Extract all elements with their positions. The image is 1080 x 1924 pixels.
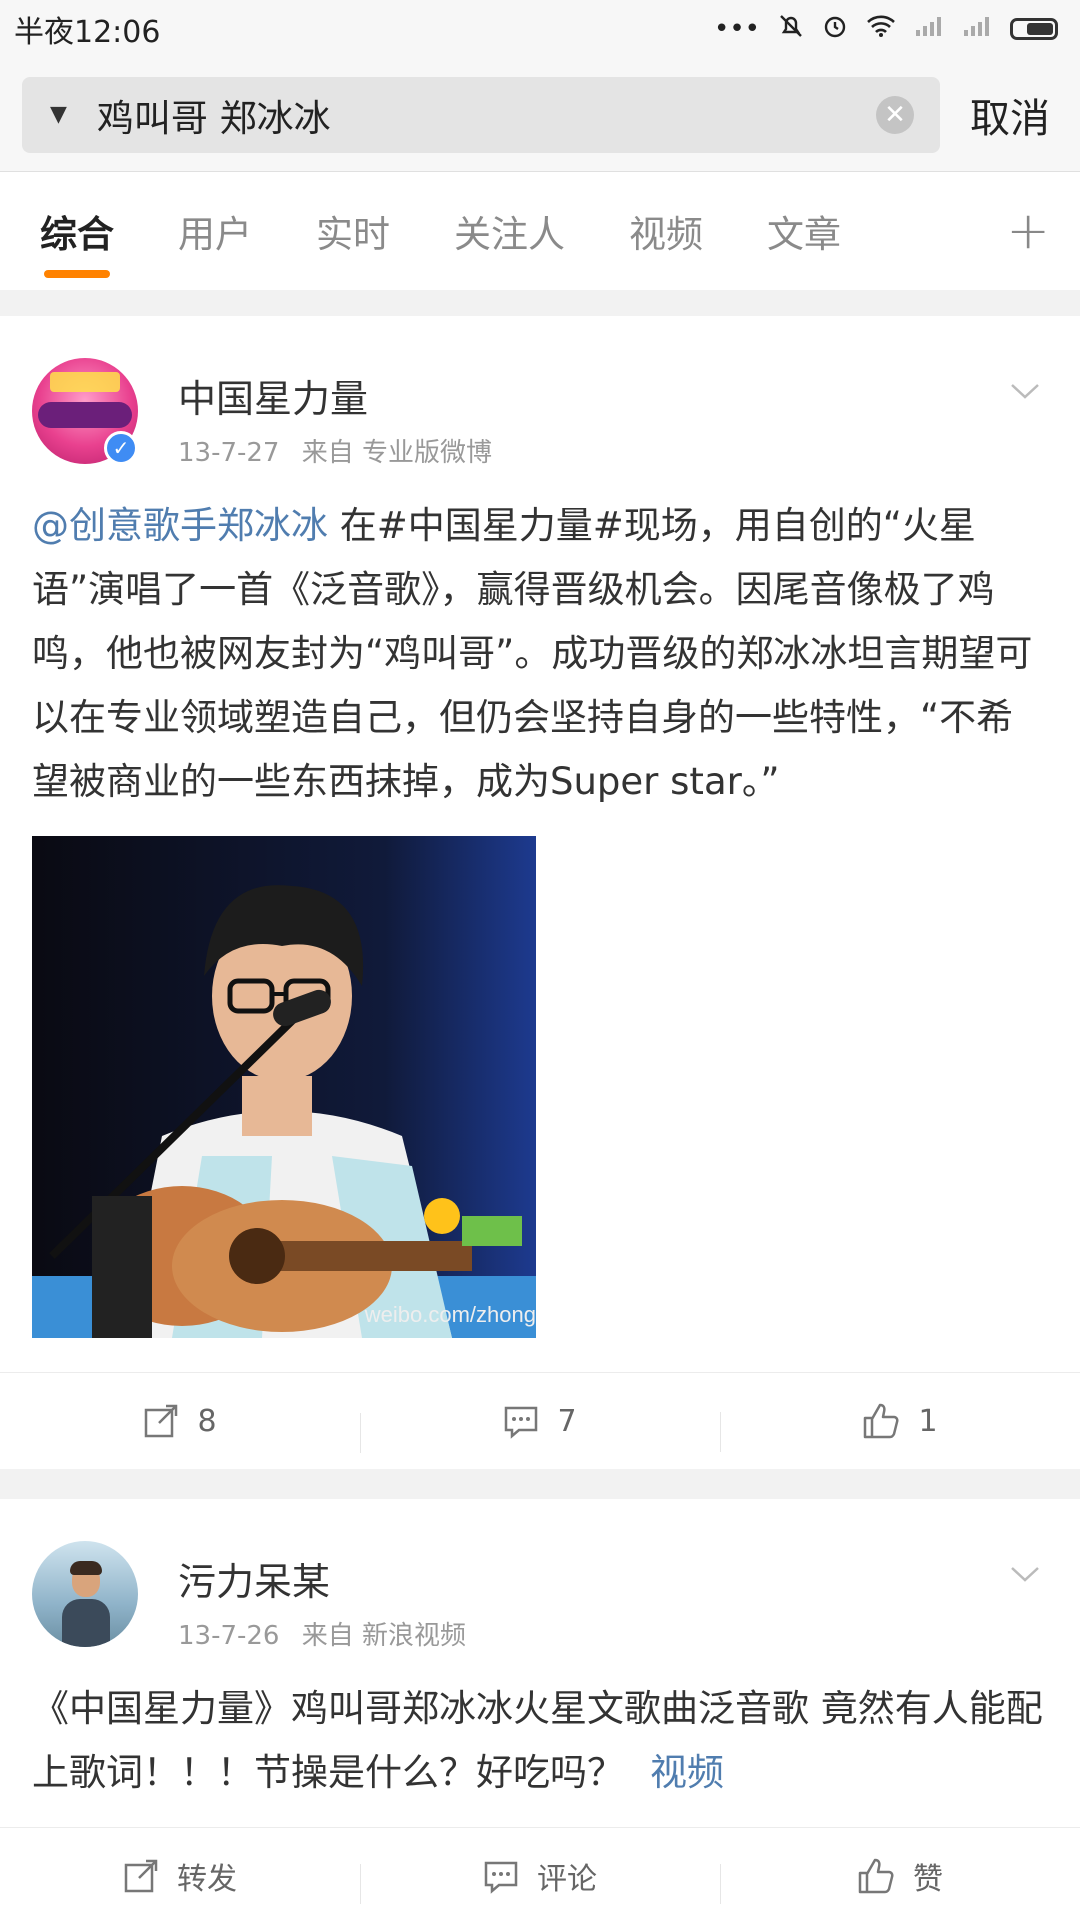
post-card[interactable]: ✓ 中国星力量 13-7-27 来自 专业版微博 @创意歌手郑冰冰 在#中国星力… <box>0 316 1080 1469</box>
user-name[interactable]: 污力呆某 <box>178 1551 330 1606</box>
tab-comprehensive[interactable]: 综合 <box>40 172 114 290</box>
tab-realtime[interactable]: 实时 <box>316 172 390 290</box>
wifi-icon <box>866 14 896 45</box>
post-card[interactable]: 污力呆某 13-7-26 来自 新浪视频 《中国星力量》鸡叫哥郑冰冰火星文歌曲泛… <box>0 1499 1080 1924</box>
comment-icon <box>484 1861 518 1894</box>
post-header: ✓ 中国星力量 13-7-27 来自 专业版微博 <box>0 316 1080 469</box>
status-bar: 半夜12:06 ••• <box>0 0 1080 58</box>
tab-following[interactable]: 关注人 <box>454 172 565 290</box>
clear-icon[interactable]: ✕ <box>876 95 914 134</box>
add-tab-icon[interactable]: + <box>1006 201 1050 261</box>
repost-button[interactable]: 8 <box>0 1403 360 1439</box>
post-text: @创意歌手郑冰冰 在#中国星力量#现场，用自创的“火星语”演唱了一首《泛音歌》，… <box>0 466 1080 814</box>
comment-count: 7 <box>557 1403 577 1439</box>
post-body: 《中国星力量》鸡叫哥郑冰冰火星文歌曲泛音歌 竟然有人能配上歌词！！！节操是什么？… <box>32 1687 1043 1794</box>
avatar[interactable] <box>32 1541 138 1647</box>
more-dots-icon: ••• <box>713 14 760 44</box>
post-source: 来自 专业版微博 <box>301 438 493 468</box>
thumbs-up-icon <box>864 1403 899 1439</box>
post-date: 13-7-27 <box>178 438 280 468</box>
image-watermark: weibo.com/zhong <box>364 1302 536 1327</box>
like-button[interactable]: 1 <box>720 1402 1080 1452</box>
like-button[interactable]: 赞 <box>720 1854 1080 1904</box>
post-meta: 13-7-26 来自 新浪视频 <box>178 1615 480 1652</box>
verified-badge-icon: ✓ <box>104 431 138 465</box>
like-label: 赞 <box>913 1862 943 1897</box>
like-count: 1 <box>918 1403 938 1439</box>
thumbs-up-icon <box>858 1858 894 1894</box>
repost-label: 转发 <box>177 1862 237 1897</box>
comment-button[interactable]: 7 <box>360 1403 720 1453</box>
repost-button[interactable]: 转发 <box>0 1854 360 1898</box>
repost-icon <box>145 1404 178 1438</box>
tab-users[interactable]: 用户 <box>178 172 252 290</box>
post-date: 13-7-26 <box>178 1621 280 1651</box>
dropdown-arrow-icon[interactable]: ▼ <box>50 102 67 127</box>
battery-icon <box>1010 18 1058 40</box>
alarm-icon <box>822 13 848 46</box>
video-link[interactable]: 视频 <box>650 1751 724 1794</box>
tab-articles[interactable]: 文章 <box>767 172 841 290</box>
status-icons: ••• <box>714 13 1058 46</box>
user-name[interactable]: 中国星力量 <box>178 368 368 423</box>
post-header: 污力呆某 13-7-26 来自 新浪视频 <box>0 1499 1080 1652</box>
post-source: 来自 新浪视频 <box>301 1621 467 1651</box>
signal-icon <box>914 14 944 45</box>
comment-label: 评论 <box>537 1862 597 1897</box>
cancel-button[interactable]: 取消 <box>940 86 1080 144</box>
chevron-down-icon[interactable] <box>1008 374 1042 408</box>
signal-icon-2 <box>962 14 992 45</box>
comment-icon <box>505 1406 538 1439</box>
tab-video[interactable]: 视频 <box>629 172 703 290</box>
repost-count: 8 <box>197 1403 217 1439</box>
post-actions: 转发 评论 赞 <box>0 1827 1080 1924</box>
tab-bar: 综合 用户 实时 关注人 视频 文章 + <box>0 172 1080 290</box>
post-actions: 8 7 1 <box>0 1372 1080 1469</box>
post-image[interactable]: weibo.com/zhong <box>32 836 536 1338</box>
search-bar: ▼ 鸡叫哥 郑冰冰 ✕ 取消 <box>0 58 1080 172</box>
search-query[interactable]: 鸡叫哥 郑冰冰 <box>97 88 876 142</box>
chevron-down-icon[interactable] <box>1008 1557 1042 1591</box>
post-meta: 13-7-27 来自 专业版微博 <box>178 432 506 469</box>
mention-link[interactable]: @创意歌手郑冰冰 <box>32 504 328 547</box>
status-time: 半夜12:06 <box>14 15 161 50</box>
search-input[interactable]: ▼ 鸡叫哥 郑冰冰 ✕ <box>22 76 940 153</box>
mute-bell-icon <box>778 13 804 46</box>
repost-icon <box>124 1859 158 1893</box>
post-body: 在#中国星力量#现场，用自创的“火星语”演唱了一首《泛音歌》，赢得晋级机会。因尾… <box>32 504 1033 803</box>
post-text: 《中国星力量》鸡叫哥郑冰冰火星文歌曲泛音歌 竟然有人能配上歌词！！！节操是什么？… <box>0 1649 1080 1805</box>
tab-fade <box>940 172 1000 290</box>
comment-button[interactable]: 评论 <box>360 1854 720 1904</box>
